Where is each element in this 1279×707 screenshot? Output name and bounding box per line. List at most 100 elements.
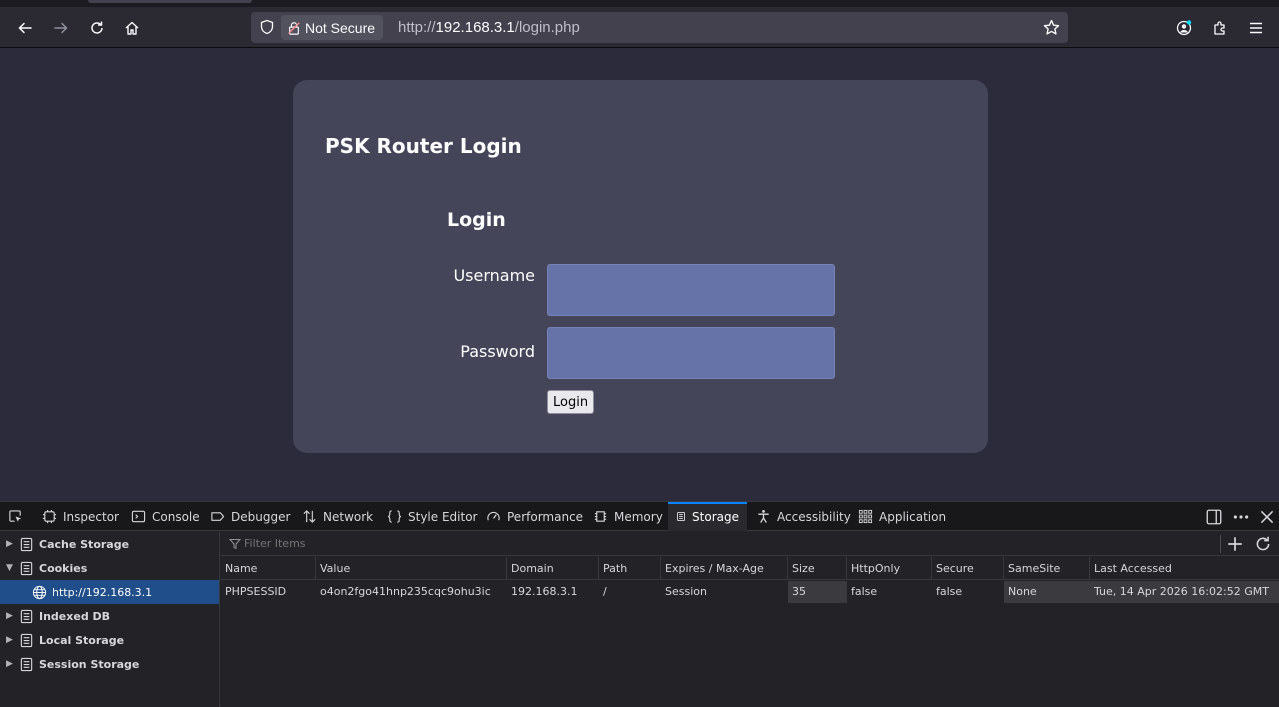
refresh-icon[interactable] xyxy=(1254,535,1272,553)
tab-application[interactable]: Application xyxy=(852,502,952,531)
tree-item-label: Cache Storage xyxy=(39,537,130,551)
tab-label: Style Editor xyxy=(408,509,478,524)
cell-value[interactable]: o4on2fgo41hnp235cqc9ohu3ic xyxy=(316,581,507,603)
not-secure-indicator[interactable]: Not Secure xyxy=(281,15,384,40)
devtools-toolbar: Inspector Console Debugger Network Style… xyxy=(0,502,1279,531)
column-header-httponly[interactable]: HttpOnly xyxy=(847,557,932,580)
add-item-icon[interactable] xyxy=(1226,535,1244,553)
shield-icon[interactable] xyxy=(259,19,275,35)
account-icon xyxy=(1176,20,1192,36)
tree-item-session-storage[interactable]: ▶ Session Storage xyxy=(0,652,219,676)
storage-icon xyxy=(20,561,33,575)
network-icon xyxy=(303,510,316,523)
filter-input[interactable] xyxy=(244,537,1144,550)
username-input[interactable] xyxy=(547,264,835,316)
cell-domain[interactable]: 192.168.3.1 xyxy=(507,581,599,603)
login-button[interactable]: Login xyxy=(547,390,595,414)
account-button[interactable] xyxy=(1171,15,1197,41)
url-bar[interactable]: Not Secure http://192.168.3.1/login.php xyxy=(251,12,1068,43)
back-button[interactable] xyxy=(12,15,38,41)
tab-storage[interactable]: Storage xyxy=(668,502,747,531)
dock-side-icon[interactable] xyxy=(1205,508,1223,526)
storage-icon xyxy=(20,633,33,647)
cell-last-accessed[interactable]: Tue, 14 Apr 2026 16:02:52 GMT xyxy=(1090,581,1279,603)
cell-name[interactable]: PHPSESSID xyxy=(221,581,316,603)
column-header-value[interactable]: Value xyxy=(316,557,507,580)
reload-button[interactable] xyxy=(84,15,110,41)
arrow-right-icon xyxy=(54,22,68,34)
puzzle-icon xyxy=(1214,21,1225,35)
tab-console[interactable]: Console xyxy=(125,502,206,531)
close-icon[interactable] xyxy=(1258,508,1276,526)
filter-icon xyxy=(229,539,241,550)
globe-icon xyxy=(32,585,47,599)
tree-item-label: Indexed DB xyxy=(39,609,111,623)
filter-bar xyxy=(221,532,1279,556)
accessibility-icon xyxy=(758,509,769,523)
url-text[interactable]: http://192.168.3.1/login.php xyxy=(398,19,580,36)
more-options-icon[interactable] xyxy=(1232,508,1250,526)
storage-icon xyxy=(20,537,33,551)
tab-strip xyxy=(0,0,1279,7)
form-heading: Login xyxy=(447,209,506,231)
tab-network[interactable]: Network xyxy=(296,502,379,531)
cell-path[interactable]: / xyxy=(599,581,661,603)
tree-item-cookie-host[interactable]: http://192.168.3.1 xyxy=(0,580,219,604)
tab-label: Debugger xyxy=(231,509,291,524)
tree-item-local-storage[interactable]: ▶ Local Storage xyxy=(0,628,219,652)
expand-arrow-icon[interactable]: ▶ xyxy=(6,635,16,645)
braces-icon xyxy=(387,510,402,523)
gauge-icon xyxy=(487,511,500,521)
tree-item-label: Cookies xyxy=(39,561,88,575)
url-path: /login.php xyxy=(514,19,580,36)
column-header-size[interactable]: Size xyxy=(788,557,847,580)
expand-arrow-icon[interactable]: ▶ xyxy=(6,611,16,621)
debugger-icon xyxy=(211,512,225,521)
tree-item-cache-storage[interactable]: ▶ Cache Storage xyxy=(0,532,219,556)
column-header-expires[interactable]: Expires / Max-Age xyxy=(661,557,788,580)
column-header-samesite[interactable]: SameSite xyxy=(1004,557,1090,580)
cell-size[interactable]: 35 xyxy=(788,581,847,603)
collapse-arrow-icon[interactable]: ▼ xyxy=(6,563,16,573)
tab-style-editor[interactable]: Style Editor xyxy=(381,502,483,531)
column-header-last-accessed[interactable]: Last Accessed xyxy=(1090,557,1279,580)
password-label: Password xyxy=(460,342,535,361)
reload-icon xyxy=(91,21,103,34)
table-row[interactable]: PHPSESSID o4on2fgo41hnp235cqc9ohu3ic 192… xyxy=(221,581,1279,603)
cell-httponly[interactable]: false xyxy=(847,581,932,603)
password-input[interactable] xyxy=(547,327,835,379)
home-button[interactable] xyxy=(119,15,145,41)
bookmark-star-icon[interactable] xyxy=(1043,19,1060,36)
tab-label: Storage xyxy=(692,509,739,524)
storage-tree: ▶ Cache Storage ▼ Cookies http://192.168… xyxy=(0,532,220,707)
devtools-panel: Inspector Console Debugger Network Style… xyxy=(0,501,1279,707)
expand-arrow-icon[interactable]: ▶ xyxy=(6,539,16,549)
tab-memory[interactable]: Memory xyxy=(587,502,669,531)
column-header-secure[interactable]: Secure xyxy=(932,557,1004,580)
cell-secure[interactable]: false xyxy=(932,581,1004,603)
login-card: PSK Router Login Login Username Password… xyxy=(293,80,988,453)
column-header-path[interactable]: Path xyxy=(599,557,661,580)
cell-expires[interactable]: Session xyxy=(661,581,788,603)
column-header-name[interactable]: Name xyxy=(221,557,316,580)
home-icon xyxy=(125,21,139,35)
tree-item-indexed-db[interactable]: ▶ Indexed DB xyxy=(0,604,219,628)
tab-inspector[interactable]: Inspector xyxy=(36,502,125,531)
tab-accessibility[interactable]: Accessibility xyxy=(750,502,857,531)
extensions-button[interactable] xyxy=(1207,15,1233,41)
element-picker-button[interactable] xyxy=(8,502,28,531)
active-tab-edge[interactable] xyxy=(88,0,252,3)
tab-performance[interactable]: Performance xyxy=(480,502,589,531)
url-host: 192.168.3.1 xyxy=(435,19,515,36)
tab-debugger[interactable]: Debugger xyxy=(204,502,296,531)
tab-label: Application xyxy=(879,509,947,524)
tab-label: Inspector xyxy=(63,509,119,524)
column-header-domain[interactable]: Domain xyxy=(507,557,599,580)
cell-samesite[interactable]: None xyxy=(1004,581,1090,603)
forward-button[interactable] xyxy=(48,15,74,41)
menu-button[interactable] xyxy=(1243,15,1269,41)
tree-item-cookies[interactable]: ▼ Cookies xyxy=(0,556,219,580)
tree-item-label: http://192.168.3.1 xyxy=(52,585,153,599)
expand-arrow-icon[interactable]: ▶ xyxy=(6,659,16,669)
tab-label: Accessibility xyxy=(777,509,851,524)
